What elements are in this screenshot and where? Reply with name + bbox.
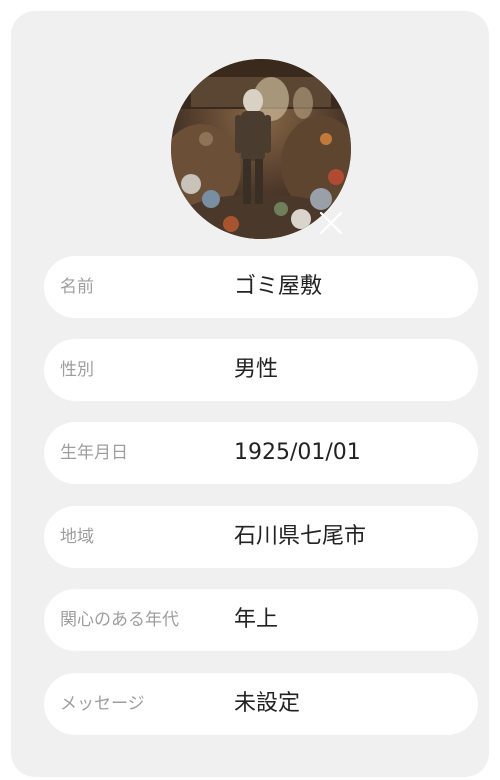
field-value-interest-age: 年上	[234, 607, 279, 632]
field-row-interest-age: 関心のある年代 年上	[44, 589, 478, 651]
field-label-birthdate: 生年月日	[60, 443, 128, 463]
field-row-message: メッセージ 未設定	[44, 673, 478, 735]
avatar-container	[171, 59, 351, 239]
field-label-gender: 性別	[60, 360, 94, 380]
field-label-name: 名前	[60, 277, 94, 297]
field-row-birthdate: 生年月日 1925/01/01	[44, 422, 478, 484]
field-label-interest-age: 関心のある年代	[60, 610, 179, 630]
profile-card: 名前 ゴミ屋敷 性別 男性 生年月日 1925/01/01 地域 石川県七尾市 …	[11, 11, 489, 777]
field-value-region: 石川県七尾市	[234, 524, 367, 549]
field-value-gender: 男性	[234, 357, 279, 382]
field-value-name: ゴミ屋敷	[234, 274, 323, 299]
field-value-message: 未設定	[234, 691, 301, 716]
field-row-gender: 性別 男性	[44, 339, 478, 401]
close-icon[interactable]	[318, 210, 344, 236]
field-row-region: 地域 石川県七尾市	[44, 506, 478, 568]
field-label-message: メッセージ	[60, 694, 145, 714]
field-label-region: 地域	[60, 527, 94, 547]
field-value-birthdate: 1925/01/01	[234, 440, 361, 465]
field-row-name: 名前 ゴミ屋敷	[44, 256, 478, 318]
